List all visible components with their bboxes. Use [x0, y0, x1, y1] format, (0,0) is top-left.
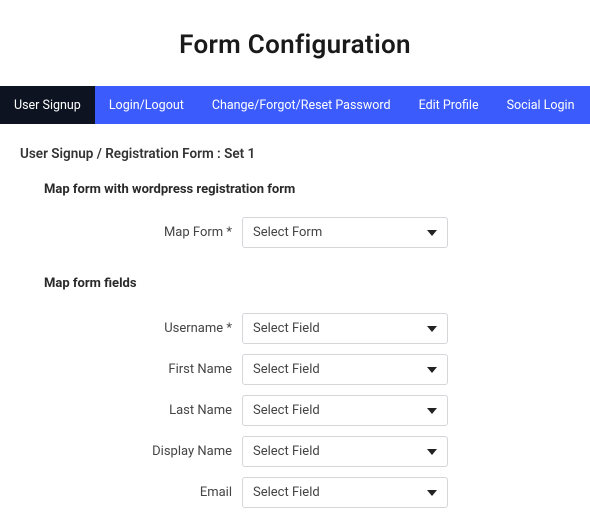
caret-down-icon: [427, 367, 437, 373]
row-last-name: Last Name Select Field: [20, 395, 570, 426]
tab-edit-profile[interactable]: Edit Profile: [405, 86, 493, 124]
map-form-label: Map Form *: [20, 225, 242, 240]
email-value: Select Field: [253, 485, 320, 500]
section-map-fields-label: Map form fields: [44, 276, 570, 291]
email-label: Email: [20, 485, 242, 500]
display-name-label: Display Name: [20, 444, 242, 459]
panel-content: User Signup / Registration Form : Set 1 …: [0, 124, 590, 508]
panel-title: User Signup / Registration Form : Set 1: [20, 146, 570, 162]
page-title: Form Configuration: [0, 0, 590, 86]
row-username: Username * Select Field: [20, 313, 570, 344]
first-name-value: Select Field: [253, 362, 320, 377]
row-display-name: Display Name Select Field: [20, 436, 570, 467]
caret-down-icon: [427, 449, 437, 455]
row-map-form: Map Form * Select Form: [20, 217, 570, 248]
last-name-value: Select Field: [253, 403, 320, 418]
display-name-select[interactable]: Select Field: [242, 436, 448, 467]
tab-login-logout[interactable]: Login/Logout: [95, 86, 198, 124]
tab-bar: User Signup Login/Logout Change/Forgot/R…: [0, 86, 590, 124]
tab-change-password[interactable]: Change/Forgot/Reset Password: [198, 86, 405, 124]
last-name-select[interactable]: Select Field: [242, 395, 448, 426]
caret-down-icon: [427, 326, 437, 332]
username-label: Username *: [20, 321, 242, 336]
caret-down-icon: [427, 230, 437, 236]
map-form-select[interactable]: Select Form: [242, 217, 448, 248]
username-select[interactable]: Select Field: [242, 313, 448, 344]
display-name-value: Select Field: [253, 444, 320, 459]
first-name-label: First Name: [20, 362, 242, 377]
caret-down-icon: [427, 408, 437, 414]
row-email: Email Select Field: [20, 477, 570, 508]
last-name-label: Last Name: [20, 403, 242, 418]
row-first-name: First Name Select Field: [20, 354, 570, 385]
email-select[interactable]: Select Field: [242, 477, 448, 508]
username-value: Select Field: [253, 321, 320, 336]
map-form-value: Select Form: [253, 225, 322, 240]
first-name-select[interactable]: Select Field: [242, 354, 448, 385]
section-map-form-label: Map form with wordpress registration for…: [44, 182, 570, 197]
tab-social-login[interactable]: Social Login: [493, 86, 589, 124]
caret-down-icon: [427, 490, 437, 496]
tab-user-signup[interactable]: User Signup: [0, 86, 95, 124]
